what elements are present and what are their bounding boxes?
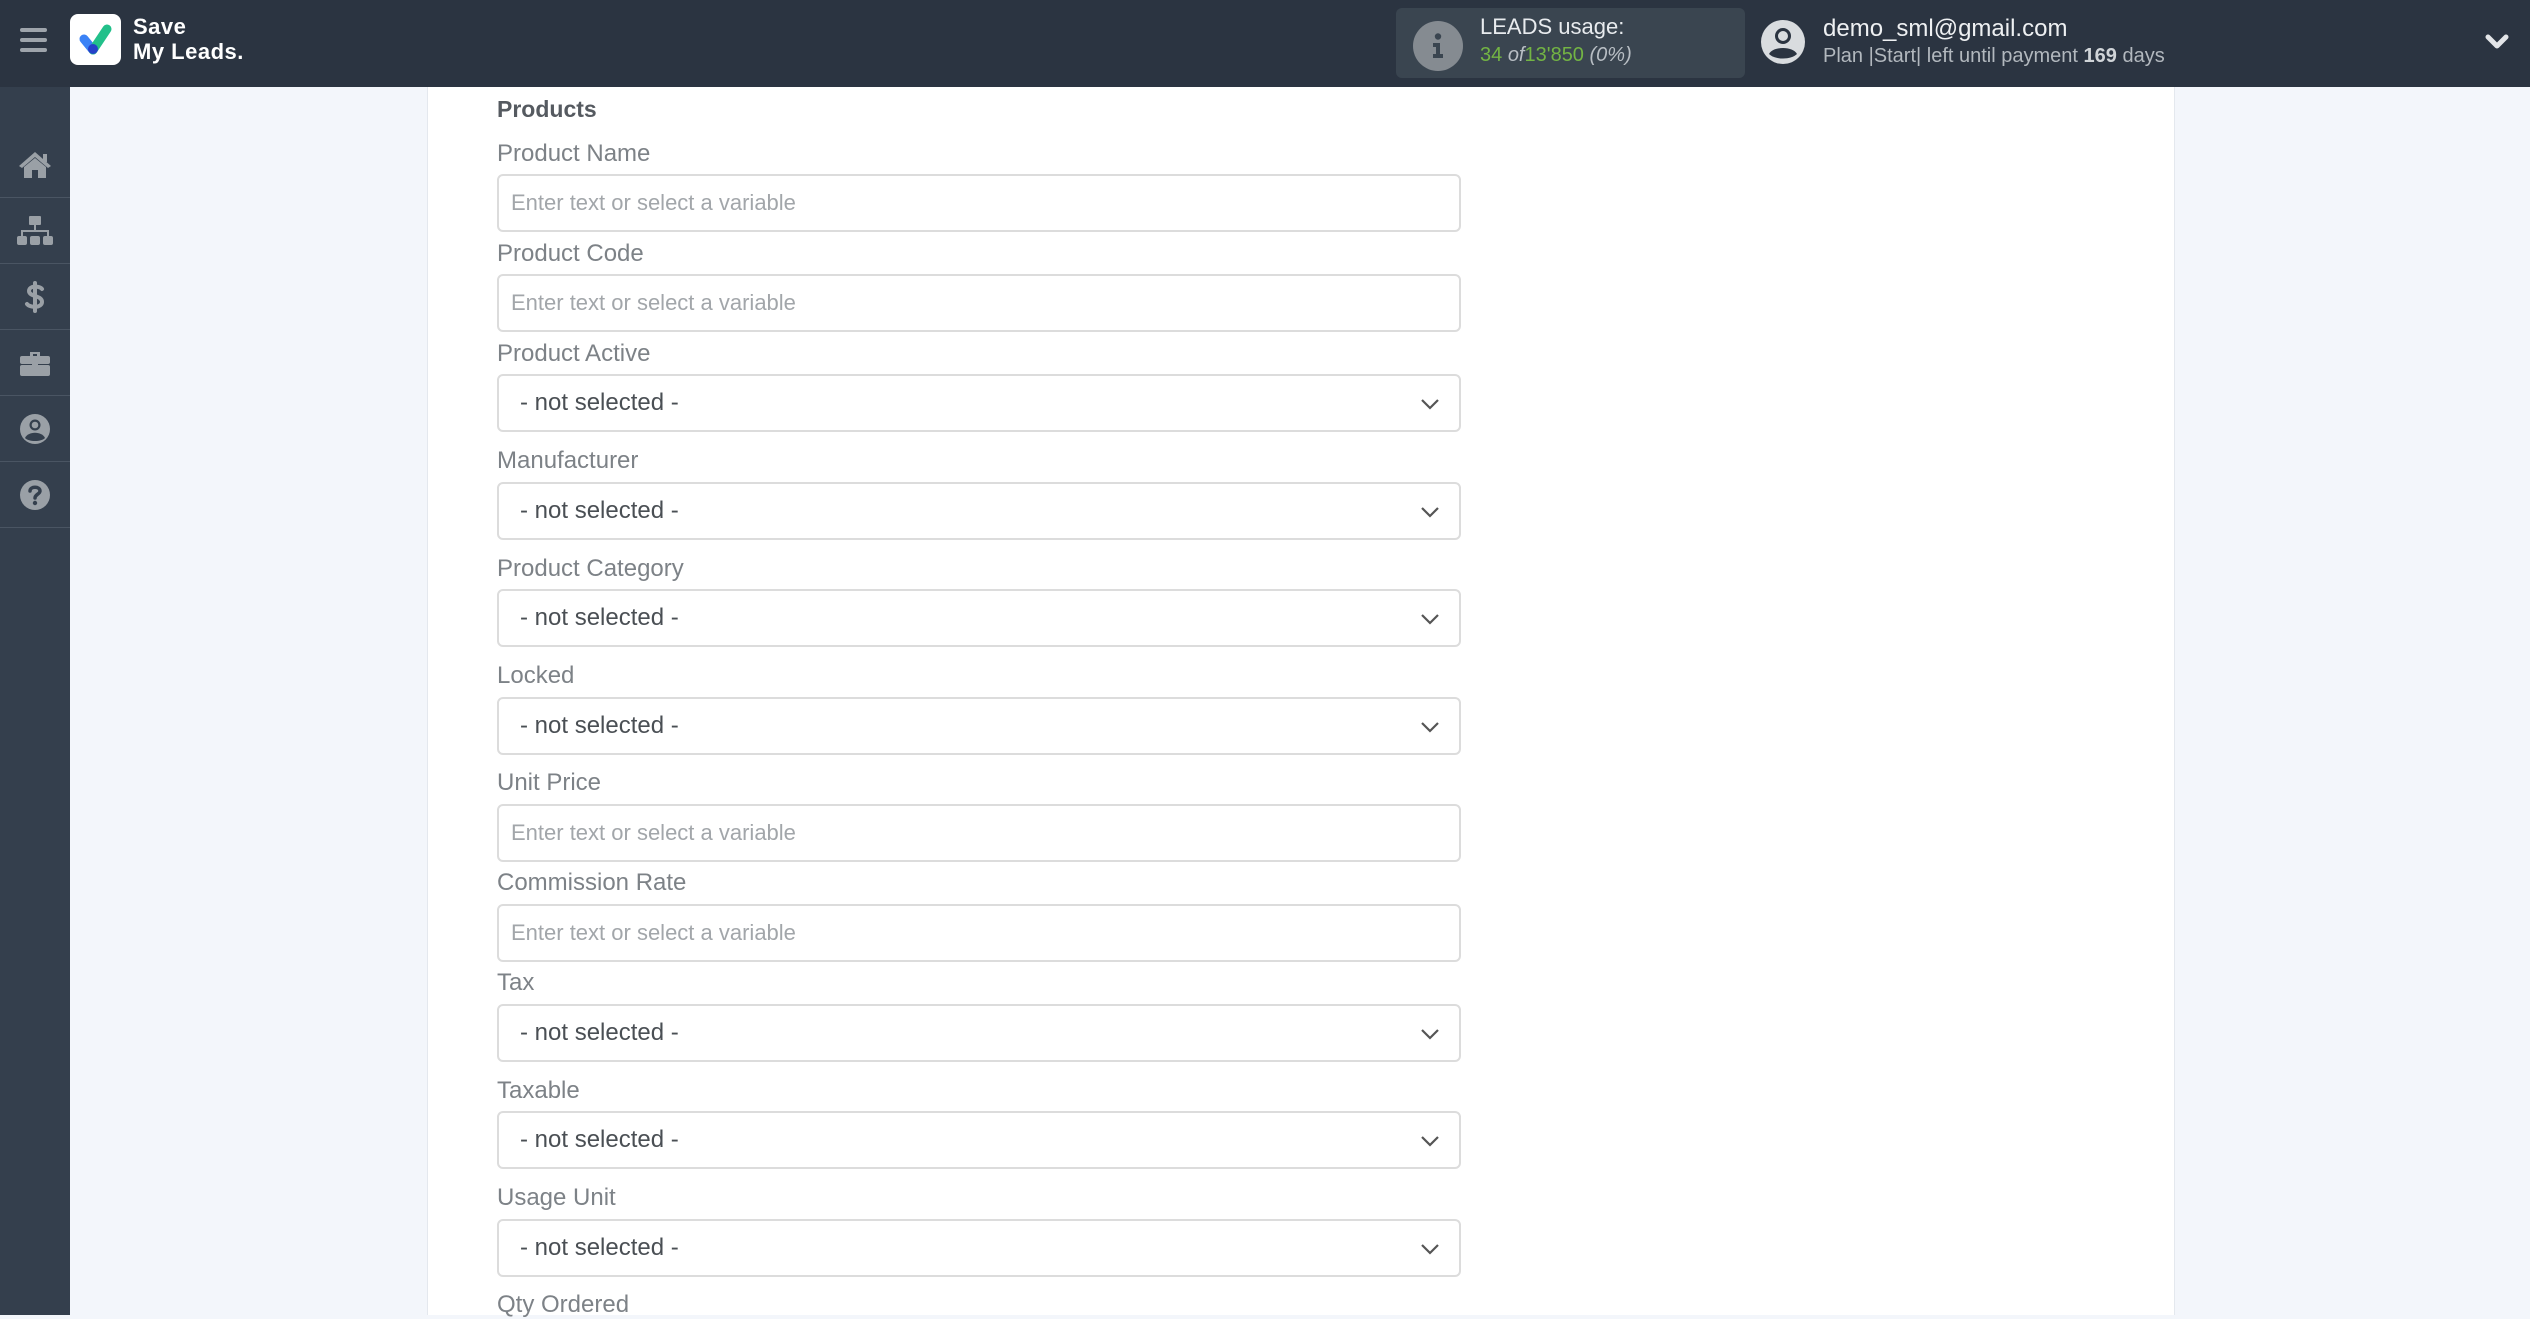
sidebar-item-tools[interactable]	[0, 330, 70, 396]
leads-of: of	[1507, 44, 1525, 66]
leads-total: 13'850	[1524, 44, 1584, 66]
locked-select[interactable]: - not selected -	[497, 697, 1461, 755]
select-value: - not selected -	[520, 604, 679, 631]
section-title-products: Products	[497, 96, 597, 122]
taxable-select[interactable]: - not selected -	[497, 1111, 1461, 1169]
select-value: - not selected -	[520, 497, 679, 524]
logo-line-1: Save	[133, 14, 187, 39]
chevron-down-icon	[1421, 399, 1439, 410]
chevron-down-icon	[1421, 1136, 1439, 1147]
product-category-select[interactable]: - not selected -	[497, 589, 1461, 647]
field-label-locked: Locked	[497, 662, 575, 689]
top-header: Save My Leads. LEADS usage: 34 of13'850 …	[0, 0, 2530, 87]
logo-line-2: My Leads.	[133, 39, 244, 64]
field-label-tax: Tax	[497, 969, 535, 996]
sidebar-item-billing[interactable]	[0, 264, 70, 330]
logo-text[interactable]: Save My Leads.	[133, 14, 244, 64]
product-name-input[interactable]	[499, 176, 1459, 230]
sidebar-item-home[interactable]	[0, 132, 70, 198]
question-circle-icon	[20, 479, 50, 510]
logo-icon[interactable]	[70, 14, 121, 65]
leads-usage-title: LEADS usage:	[1480, 14, 1625, 39]
user-circle-icon	[20, 413, 50, 444]
hamburger-icon-bar	[20, 38, 47, 42]
commission-rate-input[interactable]	[499, 906, 1459, 960]
field-label-unit-price: Unit Price	[497, 769, 602, 796]
select-value: - not selected -	[520, 1019, 679, 1046]
sidebar-item-account[interactable]	[0, 396, 70, 462]
select-value: - not selected -	[520, 1126, 679, 1153]
days-suffix: days	[2122, 45, 2165, 67]
field-label-product-active: Product Active	[497, 340, 651, 367]
field-label-commission-rate: Commission Rate	[497, 869, 687, 896]
select-value: - not selected -	[520, 712, 679, 739]
days-remaining: 169	[2083, 45, 2117, 67]
sitemap-icon	[17, 215, 53, 245]
chevron-down-icon	[1421, 1244, 1439, 1255]
chevron-down-icon	[1421, 722, 1439, 733]
product-active-select[interactable]: - not selected -	[497, 374, 1461, 432]
chevron-down-icon	[1421, 614, 1439, 625]
menu-toggle-button[interactable]	[20, 28, 48, 52]
field-label-usage-unit: Usage Unit	[497, 1184, 616, 1211]
hamburger-icon-bar	[20, 28, 47, 32]
hamburger-icon-bar	[20, 48, 47, 52]
product-code-field[interactable]	[497, 274, 1461, 332]
dollar-icon	[25, 280, 45, 313]
user-email[interactable]: demo_sml@gmail.com	[1823, 15, 2067, 43]
field-label-product-name: Product Name	[497, 140, 651, 167]
sidebar-item-connections[interactable]	[0, 198, 70, 264]
chevron-down-icon	[1421, 507, 1439, 518]
user-avatar-icon[interactable]	[1761, 20, 1805, 64]
unit-price-field[interactable]	[497, 804, 1461, 862]
briefcase-icon	[20, 351, 50, 376]
sidebar-item-help[interactable]	[0, 462, 70, 528]
user-plan-info: Plan |Start| left until payment 169 days	[1823, 45, 2165, 68]
product-name-field[interactable]	[497, 174, 1461, 232]
home-icon	[19, 151, 51, 178]
tax-select[interactable]: - not selected -	[497, 1004, 1461, 1062]
field-label-product-code: Product Code	[497, 240, 644, 267]
field-label-manufacturer: Manufacturer	[497, 447, 639, 474]
leads-percent: (0%)	[1589, 44, 1632, 66]
leads-used: 34	[1480, 44, 1503, 66]
sidebar	[0, 87, 70, 1315]
chevron-down-icon	[1421, 1029, 1439, 1040]
account-dropdown-chevron-icon[interactable]	[2484, 32, 2510, 52]
product-code-input[interactable]	[499, 276, 1459, 330]
plan-text: Plan |Start| left until payment	[1823, 45, 2078, 67]
field-label-taxable: Taxable	[497, 1077, 580, 1104]
commission-rate-field[interactable]	[497, 904, 1461, 962]
field-label-product-category: Product Category	[497, 555, 684, 582]
leads-usage-panel: LEADS usage: 34 of13'850 (0%)	[1396, 8, 1745, 78]
select-value: - not selected -	[520, 1234, 679, 1261]
unit-price-input[interactable]	[499, 806, 1459, 860]
info-icon	[1413, 21, 1463, 71]
manufacturer-select[interactable]: - not selected -	[497, 482, 1461, 540]
leads-usage-value: 34 of13'850 (0%)	[1480, 44, 1632, 67]
usage-unit-select[interactable]: - not selected -	[497, 1219, 1461, 1277]
select-value: - not selected -	[520, 389, 679, 416]
